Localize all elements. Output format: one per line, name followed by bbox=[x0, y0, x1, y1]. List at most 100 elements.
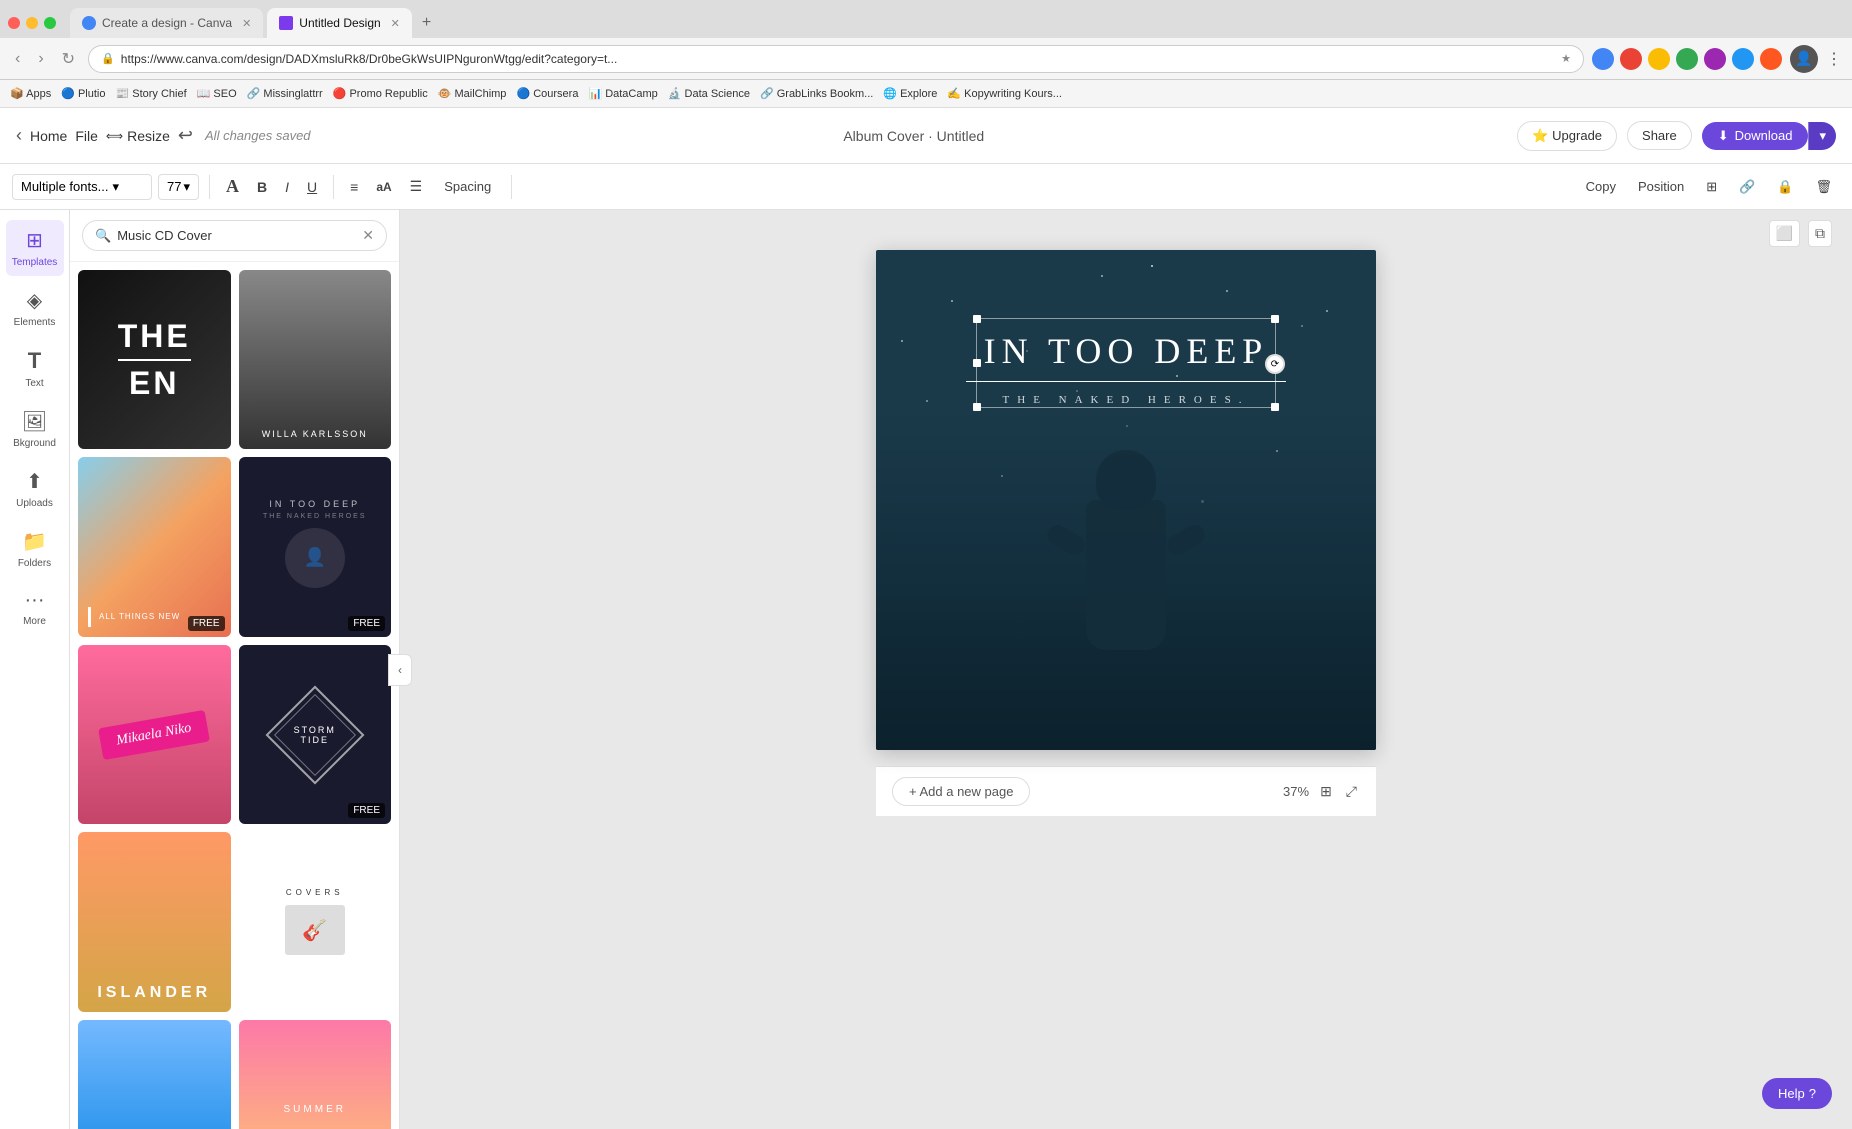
link-button[interactable]: 🔗 bbox=[1731, 175, 1763, 199]
search-input-wrapper[interactable]: 🔍 ✕ bbox=[82, 220, 387, 251]
canvas-frame-button[interactable]: ⬜ bbox=[1769, 220, 1800, 247]
tab-close-create[interactable]: ✕ bbox=[242, 17, 251, 30]
bookmark-grablinks[interactable]: 🔗 GrabLinks Bookm... bbox=[760, 87, 873, 100]
bookmark-mailchimp[interactable]: 🐵 MailChimp bbox=[438, 87, 507, 100]
canvas-text-container[interactable]: IN TOO DEEP THE NAKED HEROES. bbox=[966, 330, 1286, 406]
sidebar-item-folders[interactable]: 📁 Folders bbox=[6, 521, 64, 577]
share-button[interactable]: Share bbox=[1627, 121, 1692, 150]
add-page-button[interactable]: + Add a new page bbox=[892, 777, 1030, 806]
download-dropdown-button[interactable]: ▾ bbox=[1808, 122, 1836, 150]
help-button[interactable]: Help ? bbox=[1762, 1078, 1832, 1109]
home-label[interactable]: Home bbox=[30, 128, 67, 144]
italic-button[interactable]: I bbox=[279, 175, 295, 199]
bookmark-coursera[interactable]: 🔵 Coursera bbox=[516, 87, 578, 100]
help-label: Help bbox=[1778, 1086, 1805, 1101]
bookmark-promo[interactable]: 🔴 Promo Republic bbox=[333, 87, 428, 100]
tab-label-untitled: Untitled Design bbox=[299, 16, 380, 30]
template-panel: 🔍 ✕ THE EN WILLA KA bbox=[70, 210, 400, 1129]
search-clear-button[interactable]: ✕ bbox=[362, 227, 374, 244]
sidebar-label-uploads: Uploads bbox=[16, 498, 53, 509]
underline-button[interactable]: U bbox=[301, 175, 323, 199]
tab-close-untitled[interactable]: ✕ bbox=[391, 17, 400, 30]
panel-collapse-button[interactable]: ‹ bbox=[388, 654, 412, 686]
text-style-a-button[interactable]: A bbox=[220, 172, 245, 201]
template-grid: THE EN WILLA KARLSSON ALL THINGS NEW bbox=[70, 262, 399, 1129]
sidebar-item-more[interactable]: ··· More bbox=[6, 581, 64, 635]
bookmark-data-science[interactable]: 🔬 Data Science bbox=[668, 87, 750, 100]
template-item-8[interactable]: COVERS 🎸 bbox=[239, 832, 392, 1011]
bookmark-missinglattr[interactable]: 🔗 Missinglattrr bbox=[247, 87, 323, 100]
copy-button[interactable]: Copy bbox=[1578, 175, 1624, 198]
templates-icon: ⊞ bbox=[26, 228, 43, 253]
reload-button[interactable]: ↻ bbox=[57, 47, 80, 71]
person-silhouette bbox=[1036, 450, 1216, 750]
browser-menu-button[interactable]: ⋮ bbox=[1826, 49, 1842, 69]
browser-icon-3 bbox=[1648, 48, 1670, 70]
close-traffic-light[interactable] bbox=[8, 17, 20, 29]
browser-icon-5 bbox=[1704, 48, 1726, 70]
more-icon: ··· bbox=[25, 589, 45, 612]
tab-untitled-design[interactable]: Untitled Design ✕ bbox=[267, 8, 412, 38]
undo-button[interactable]: ↩ bbox=[178, 125, 193, 146]
list-button[interactable]: ☰ bbox=[404, 174, 429, 199]
template-item-2[interactable]: WILLA KARLSSON bbox=[239, 270, 392, 449]
position-button[interactable]: Position bbox=[1630, 175, 1692, 198]
file-label[interactable]: File bbox=[75, 128, 98, 144]
case-toggle-button[interactable]: aA bbox=[370, 176, 397, 198]
bookmarks-bar: 📦 Apps 🔵 Plutio 📰 Story Chief 📖 SEO 🔗 Mi… bbox=[0, 80, 1852, 108]
font-name-label: Multiple fonts... bbox=[21, 179, 108, 194]
template-item-9[interactable]: OCEAN WAVES bbox=[78, 1020, 231, 1129]
font-selector[interactable]: Multiple fonts... ▾ bbox=[12, 174, 152, 200]
download-button[interactable]: ⬇ Download bbox=[1702, 122, 1809, 150]
template-item-3[interactable]: ALL THINGS NEW FREE bbox=[78, 457, 231, 636]
sidebar-item-text[interactable]: T Text bbox=[6, 340, 64, 397]
minimize-traffic-light[interactable] bbox=[26, 17, 38, 29]
grid-view-button[interactable]: ⊞ bbox=[1317, 780, 1335, 803]
grid-button[interactable]: ⊞ bbox=[1698, 175, 1725, 199]
template-item-5[interactable]: Mikaela Niko bbox=[78, 645, 231, 824]
address-bar[interactable]: 🔒 https://www.canva.com/design/DADXmsluR… bbox=[88, 45, 1584, 73]
forward-button[interactable]: › bbox=[33, 48, 48, 70]
resize-button[interactable]: ⟺ Resize bbox=[106, 128, 170, 144]
template-item-1[interactable]: THE EN bbox=[78, 270, 231, 449]
browser-icon-7 bbox=[1760, 48, 1782, 70]
bookmark-explore[interactable]: 🌐 Explore bbox=[883, 87, 937, 100]
sidebar-label-folders: Folders bbox=[18, 558, 51, 569]
user-avatar[interactable]: 👤 bbox=[1790, 45, 1818, 73]
sidebar-item-background[interactable]: 🖼 Bkground bbox=[6, 401, 64, 457]
back-to-home-button[interactable]: ‹ bbox=[16, 125, 22, 146]
font-size-selector[interactable]: 77 ▾ bbox=[158, 174, 199, 200]
canvas-copy-button[interactable]: ⧉ bbox=[1808, 220, 1832, 247]
design-canvas[interactable]: IN TOO DEEP THE NAKED HEROES. ⟳ bbox=[876, 250, 1376, 750]
template-item-6[interactable]: STORM TIDE FREE bbox=[239, 645, 392, 824]
fullscreen-button[interactable]: ⤢ bbox=[1343, 780, 1360, 803]
sidebar-item-templates[interactable]: ⊞ Templates bbox=[6, 220, 64, 276]
bookmark-apps[interactable]: 📦 Apps bbox=[10, 87, 51, 100]
free-badge-6: FREE bbox=[348, 803, 385, 818]
bookmark-story-chief[interactable]: 📰 Story Chief bbox=[116, 87, 187, 100]
canvas-top-controls: ⬜ ⧉ bbox=[1769, 220, 1832, 247]
tab-create-design[interactable]: Create a design - Canva ✕ bbox=[70, 8, 263, 38]
spacing-button[interactable]: Spacing bbox=[434, 175, 501, 198]
align-button[interactable]: ≡ bbox=[344, 175, 364, 199]
bold-button[interactable]: B bbox=[251, 175, 273, 199]
bookmark-seo[interactable]: 📖 SEO bbox=[197, 87, 237, 100]
template-item-4[interactable]: IN TOO DEEP THE NAKED HEROES 👤 FREE bbox=[239, 457, 392, 636]
back-button[interactable]: ‹ bbox=[10, 48, 25, 70]
search-input[interactable] bbox=[117, 228, 356, 243]
upgrade-button[interactable]: ⭐ Upgrade bbox=[1517, 121, 1617, 151]
sidebar-item-elements[interactable]: ◈ Elements bbox=[6, 280, 64, 336]
template-item-7[interactable]: ISLANDER bbox=[78, 832, 231, 1011]
help-icon: ? bbox=[1809, 1086, 1816, 1101]
zoom-level: 37% bbox=[1283, 784, 1309, 799]
bookmark-datacamp[interactable]: 📊 DataCamp bbox=[588, 87, 657, 100]
delete-button[interactable]: 🗑 bbox=[1807, 175, 1840, 199]
folders-icon: 📁 bbox=[22, 529, 47, 554]
sidebar-item-uploads[interactable]: ⬆ Uploads bbox=[6, 461, 64, 517]
lock-button[interactable]: 🔒 bbox=[1769, 175, 1801, 199]
bookmark-kopywriting[interactable]: ✍ Kopywriting Kours... bbox=[947, 87, 1062, 100]
bookmark-plutio[interactable]: 🔵 Plutio bbox=[61, 87, 105, 100]
template-item-10[interactable]: SUMMER bbox=[239, 1020, 392, 1129]
maximize-traffic-light[interactable] bbox=[44, 17, 56, 29]
new-tab-button[interactable]: + bbox=[416, 12, 437, 34]
